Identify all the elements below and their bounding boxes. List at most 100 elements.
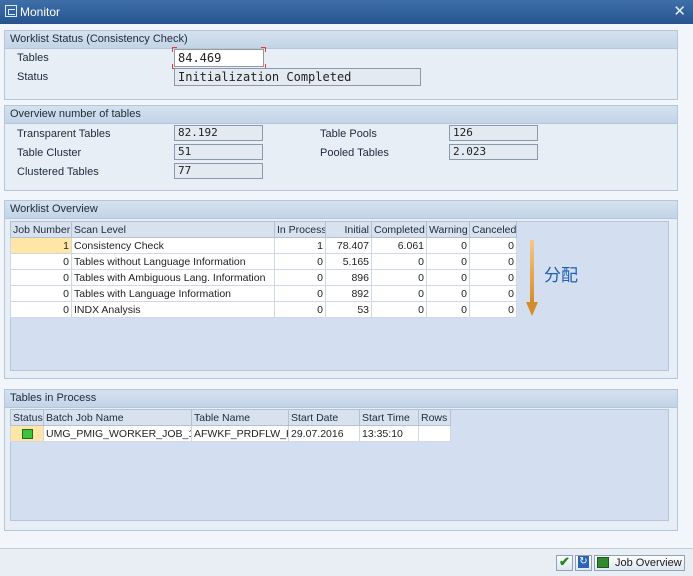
tables-label: Tables — [17, 52, 49, 64]
job-number-cell[interactable]: 0 — [10, 269, 72, 286]
worklist-status-group: Worklist Status (Consistency Check) — [4, 30, 678, 100]
clustered-tables-field[interactable]: 77 — [174, 163, 263, 179]
process-header-row: Status Batch Job Name Table Name Start D… — [10, 409, 451, 426]
initial-cell[interactable]: 78.407 — [325, 237, 372, 254]
canceled-cell[interactable]: 0 — [469, 301, 517, 318]
in-process-cell[interactable]: 0 — [274, 253, 326, 270]
canceled-cell[interactable]: 0 — [469, 253, 517, 270]
job-overview-icon — [597, 557, 609, 568]
completed-cell[interactable]: 6.061 — [371, 237, 427, 254]
arrow-head — [526, 302, 538, 316]
in-process-cell[interactable]: 0 — [274, 285, 326, 302]
completed-cell[interactable]: 0 — [371, 253, 427, 270]
process-table: Status Batch Job Name Table Name Start D… — [10, 409, 451, 442]
focus-corner-tl — [172, 47, 177, 52]
scan-level-cell[interactable]: INDX Analysis — [71, 301, 275, 318]
tables-in-process-title: Tables in Process — [5, 390, 677, 408]
warning-cell[interactable]: 0 — [426, 285, 470, 302]
refresh-icon: ↻ — [578, 556, 589, 568]
job-overview-button[interactable]: Job Overview — [594, 555, 685, 571]
table-row[interactable]: 0 Tables with Ambiguous Lang. Informatio… — [10, 269, 517, 286]
col-header-warning[interactable]: Warning — [426, 221, 470, 238]
canceled-cell[interactable]: 0 — [469, 269, 517, 286]
tables-field[interactable]: 84.469 — [174, 49, 264, 67]
transparent-tables-label: Transparent Tables — [17, 128, 111, 140]
col-header-start-date[interactable]: Start Date — [288, 409, 360, 426]
table-row[interactable]: 0 Tables without Language Information 0 … — [10, 253, 517, 270]
start-date-cell[interactable]: 29.07.2016 — [288, 425, 360, 442]
col-header-table-name[interactable]: Table Name — [191, 409, 289, 426]
annotation-text: 分配 — [544, 266, 578, 286]
initial-cell[interactable]: 892 — [325, 285, 372, 302]
job-number-cell[interactable]: 0 — [10, 301, 72, 318]
completed-cell[interactable]: 0 — [371, 285, 427, 302]
col-header-status[interactable]: Status — [10, 409, 44, 426]
table-row[interactable]: 1 Consistency Check 1 78.407 6.061 0 0 — [10, 237, 517, 254]
table-row[interactable]: 0 Tables with Language Information 0 892… — [10, 285, 517, 302]
in-process-cell[interactable]: 0 — [274, 269, 326, 286]
initial-cell[interactable]: 896 — [325, 269, 372, 286]
overview-title: Overview number of tables — [5, 106, 677, 124]
warning-cell[interactable]: 0 — [426, 269, 470, 286]
completed-cell[interactable]: 0 — [371, 301, 427, 318]
scan-level-cell[interactable]: Tables with Ambiguous Lang. Information — [71, 269, 275, 286]
focus-corner-tr — [261, 47, 266, 52]
job-number-cell[interactable]: 1 — [10, 237, 72, 254]
job-number-cell[interactable]: 0 — [10, 285, 72, 302]
window-title: Monitor — [20, 5, 61, 19]
scan-level-cell[interactable]: Tables without Language Information — [71, 253, 275, 270]
status-cell[interactable] — [10, 425, 44, 442]
confirm-button[interactable]: ✔ — [556, 555, 573, 571]
table-cluster-label: Table Cluster — [17, 147, 82, 159]
in-process-cell[interactable]: 1 — [274, 237, 326, 254]
transparent-tables-field[interactable]: 82.192 — [174, 125, 263, 141]
green-status-icon — [21, 428, 33, 439]
checkmark-icon: ✔ — [559, 554, 570, 569]
down-arrow-annotation — [526, 240, 538, 316]
worklist-status-title: Worklist Status (Consistency Check) — [5, 31, 677, 49]
pooled-tables-label: Pooled Tables — [320, 147, 389, 159]
in-process-cell[interactable]: 0 — [274, 301, 326, 318]
canceled-cell[interactable]: 0 — [469, 285, 517, 302]
completed-cell[interactable]: 0 — [371, 269, 427, 286]
col-header-initial[interactable]: Initial — [325, 221, 372, 238]
table-cluster-field[interactable]: 51 — [174, 144, 263, 160]
pooled-tables-field[interactable]: 2.023 — [449, 144, 538, 160]
monitor-window-icon — [5, 5, 17, 17]
arrow-shaft — [530, 240, 534, 304]
col-header-job-number[interactable]: Job Number — [10, 221, 72, 238]
clustered-tables-label: Clustered Tables — [17, 166, 99, 178]
scan-level-cell[interactable]: Tables with Language Information — [71, 285, 275, 302]
table-row[interactable]: UMG_PMIG_WORKER_JOB_1_ AFWKF_PRDFLW_H 29… — [10, 425, 451, 442]
col-header-completed[interactable]: Completed — [371, 221, 427, 238]
close-icon[interactable]: ✕ — [673, 2, 686, 20]
refresh-button[interactable]: ↻ — [575, 555, 592, 571]
table-name-cell[interactable]: AFWKF_PRDFLW_H — [191, 425, 289, 442]
warning-cell[interactable]: 0 — [426, 253, 470, 270]
initial-cell[interactable]: 5.165 — [325, 253, 372, 270]
col-header-rows[interactable]: Rows — [418, 409, 451, 426]
job-number-cell[interactable]: 0 — [10, 253, 72, 270]
col-header-canceled[interactable]: Canceled — [469, 221, 517, 238]
job-overview-label: Job Overview — [615, 557, 682, 569]
canceled-cell[interactable]: 0 — [469, 237, 517, 254]
col-header-start-time[interactable]: Start Time — [359, 409, 419, 426]
warning-cell[interactable]: 0 — [426, 301, 470, 318]
window-titlebar: Monitor ✕ — [0, 0, 693, 24]
col-header-in-process[interactable]: In Process — [274, 221, 326, 238]
batch-job-cell[interactable]: UMG_PMIG_WORKER_JOB_1_ — [43, 425, 192, 442]
worklist-header-row: Job Number Scan Level In Process Initial… — [10, 221, 517, 238]
status-field[interactable]: Initialization Completed — [174, 68, 421, 86]
col-header-batch-job-name[interactable]: Batch Job Name — [43, 409, 192, 426]
rows-cell[interactable] — [418, 425, 451, 442]
worklist-table: Job Number Scan Level In Process Initial… — [10, 221, 517, 318]
start-time-cell[interactable]: 13:35:10 — [359, 425, 419, 442]
initial-cell[interactable]: 53 — [325, 301, 372, 318]
table-pools-label: Table Pools — [320, 128, 377, 140]
col-header-scan-level[interactable]: Scan Level — [71, 221, 275, 238]
warning-cell[interactable]: 0 — [426, 237, 470, 254]
table-row[interactable]: 0 INDX Analysis 0 53 0 0 0 — [10, 301, 517, 318]
table-pools-field[interactable]: 126 — [449, 125, 538, 141]
scan-level-cell[interactable]: Consistency Check — [71, 237, 275, 254]
status-label: Status — [17, 71, 49, 83]
